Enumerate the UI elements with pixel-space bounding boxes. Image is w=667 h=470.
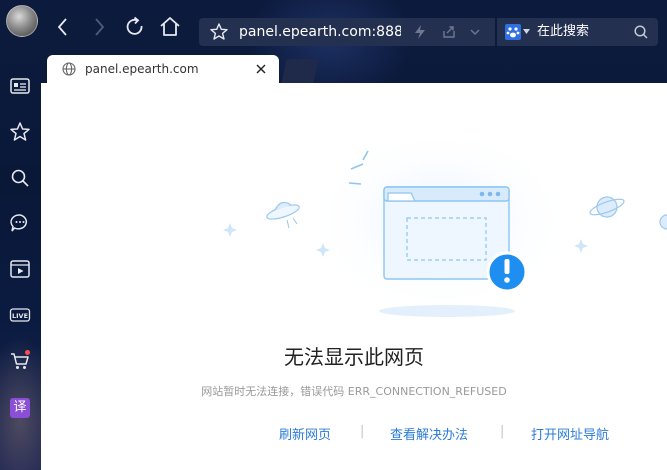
tab-title: panel.epearth.com	[85, 62, 199, 76]
error-page: 无法显示此网页 网站暂时无法连接，错误代码 ERR_CONNECTION_REF…	[41, 83, 667, 470]
search-engine-paw-icon[interactable]	[505, 24, 521, 40]
connection-error-illustration	[223, 125, 667, 317]
notification-dot	[25, 350, 30, 355]
favorites-star-icon[interactable]	[9, 121, 31, 143]
view-solutions-link[interactable]: 查看解决办法	[390, 424, 468, 443]
search-icon[interactable]	[633, 24, 649, 40]
back-button[interactable]	[50, 14, 76, 40]
link-separator: |	[360, 424, 365, 439]
engine-dropdown-icon[interactable]	[523, 29, 530, 35]
bookmark-star-icon[interactable]	[209, 22, 229, 42]
chevron-down-icon[interactable]	[469, 26, 481, 38]
back-arrow-icon	[57, 18, 67, 36]
translate-icon[interactable]: 译	[10, 398, 30, 418]
chat-bubble-icon[interactable]	[9, 212, 31, 234]
url-text[interactable]: panel.epearth.com:8888	[239, 18, 401, 46]
news-feed-icon[interactable]	[9, 75, 31, 97]
home-icon	[160, 17, 180, 36]
lightning-icon[interactable]	[413, 24, 427, 40]
home-button[interactable]	[157, 14, 183, 40]
tab-active[interactable]: panel.epearth.com	[47, 55, 279, 83]
search-sidebar-icon[interactable]	[9, 167, 31, 189]
address-bar[interactable]: panel.epearth.com:8888	[199, 18, 495, 46]
new-tab-button[interactable]	[281, 59, 319, 83]
video-play-icon[interactable]	[9, 258, 31, 280]
search-box[interactable]: 在此搜索	[497, 18, 658, 46]
error-actions: 刷新网页 | 查看解决办法 | 打开网址导航	[41, 424, 667, 444]
close-icon[interactable]	[253, 61, 269, 77]
link-separator: |	[500, 424, 505, 439]
search-input[interactable]: 在此搜索	[537, 18, 589, 46]
refresh-icon	[126, 16, 143, 35]
refresh-page-link[interactable]: 刷新网页	[279, 424, 331, 443]
share-icon[interactable]	[441, 24, 457, 40]
error-title: 无法显示此网页	[284, 345, 424, 369]
live-icon[interactable]: LIVE	[9, 304, 31, 326]
user-avatar[interactable]	[6, 5, 38, 37]
refresh-button[interactable]	[122, 14, 148, 40]
forward-button[interactable]	[86, 14, 112, 40]
globe-icon	[62, 62, 76, 76]
forward-arrow-icon	[95, 18, 105, 36]
live-label: LIVE	[12, 312, 28, 320]
open-url-nav-link[interactable]: 打开网址导航	[531, 424, 609, 443]
error-message: 网站暂时无法连接，错误代码 ERR_CONNECTION_REFUSED	[201, 385, 507, 398]
